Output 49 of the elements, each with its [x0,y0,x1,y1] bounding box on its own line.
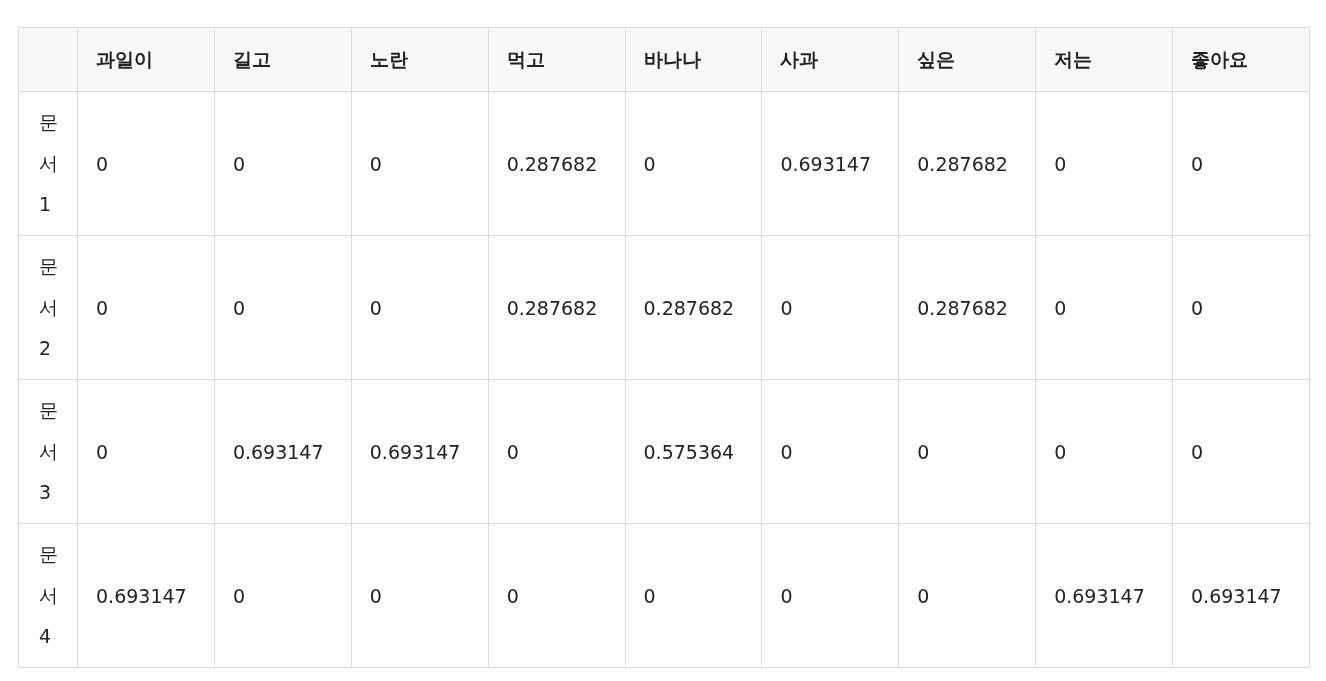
table-cell: 0 [77,379,215,524]
table-cell: 0.287682 [898,235,1036,380]
table-cell: 0 [625,91,762,236]
table-cell: 0.693147 [77,523,215,668]
table-cell: 0.287682 [488,235,625,380]
table-cell: 0.575364 [625,379,762,524]
table-cell: 0 [214,235,352,380]
table-cell: 0.287682 [488,91,625,236]
column-header: 저는 [1035,27,1173,92]
table-cell: 0 [1035,379,1173,524]
table-cell: 0 [898,523,1036,668]
column-header: 사과 [761,27,899,92]
table-cell: 0 [625,523,762,668]
table-cell: 0.287682 [625,235,762,380]
table-cell: 0.693147 [1035,523,1173,668]
row-header: 문서1 [39,110,58,217]
table-cell: 0 [761,235,899,380]
table-cell: 0 [1172,379,1310,524]
table-cell: 0 [351,523,489,668]
table-cell: 0 [1172,235,1310,380]
row-header: 문서2 [39,254,58,361]
column-header: 싶은 [898,27,1036,92]
table-cell: 0 [1035,235,1173,380]
row-header: 문서4 [39,542,58,649]
table-cell: 0.693147 [1172,523,1310,668]
table-cell: 0.693147 [761,91,899,236]
table-cell: 0 [488,523,625,668]
table-cell: 0 [214,523,352,668]
table-cell: 0.693147 [214,379,352,524]
table-cell: 0.287682 [898,91,1036,236]
table-cell: 0 [488,379,625,524]
table-cell: 0 [214,91,352,236]
column-header: 바나나 [625,27,762,92]
table-cell: 0 [761,523,899,668]
column-header: 좋아요 [1172,27,1310,92]
column-header: 노란 [351,27,489,92]
table-cell: 0.693147 [351,379,489,524]
table-cell: 0 [761,379,899,524]
table-cell: 0 [77,235,215,380]
table-cell: 0 [1035,91,1173,236]
table-cell: 0 [898,379,1036,524]
table-cell: 0 [351,235,489,380]
table-cell: 0 [1172,91,1310,236]
column-header: 먹고 [488,27,625,92]
column-header: 과일이 [77,27,215,92]
row-header: 문서3 [39,398,58,505]
table-cell: 0 [77,91,215,236]
table-cell: 0 [351,91,489,236]
column-header: 길고 [214,27,352,92]
